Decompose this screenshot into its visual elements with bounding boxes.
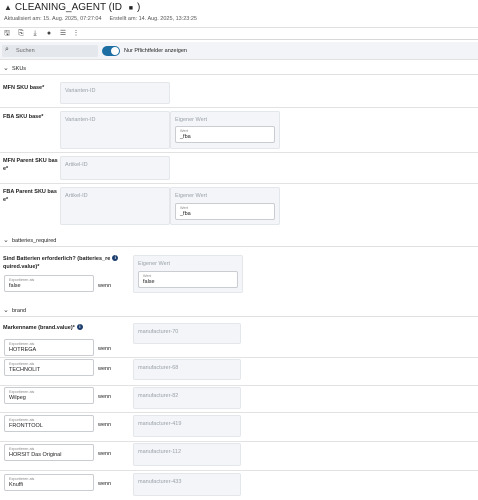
mfn-sku-label: MFN SKU base* [3, 85, 45, 91]
section-batteries-required[interactable]: ⌄ batteries_required [0, 235, 478, 247]
info-icon[interactable]: i [76, 324, 83, 330]
brand-export-input[interactable]: Exportieren als Knuffi [4, 474, 94, 491]
fba-own-value-panel: Eigener Wert Wert _fba [170, 111, 280, 149]
divider [0, 470, 478, 471]
brand-export-input[interactable]: Exportieren als FRONTTOOL [4, 415, 94, 432]
condition-wenn: wenn [98, 422, 112, 428]
filter-icon[interactable]: ☰ [58, 29, 68, 39]
brand-condition-field[interactable]: manufacturer-419 [133, 415, 241, 437]
brand-condition-field[interactable]: manufacturer-433 [133, 473, 241, 496]
brand-condition-field[interactable]: manufacturer-68 [133, 359, 241, 380]
filter-bar: ⌕ Suchen Nur Pflichtfelder anzeigen [0, 42, 478, 60]
toggle-label: Nur Pflichtfelder anzeigen [124, 47, 187, 54]
required-only-toggle[interactable] [102, 46, 120, 56]
divider [0, 385, 478, 386]
created-at: Erstellt am: 14. Aug. 2025, 13:23:25 [109, 16, 197, 22]
brand-export-input[interactable]: Exportieren als HORSIT Das Original [4, 444, 94, 461]
divider [0, 107, 478, 108]
batteries-own-value-panel: Eigener Wert Wert false [133, 255, 243, 293]
id-badge-icon: ■ [128, 5, 133, 12]
condition-wenn: wenn [98, 283, 112, 289]
condition-wenn: wenn [98, 366, 112, 372]
download-icon[interactable]: ⤓ [30, 29, 40, 39]
warning-icon: ▲ [4, 3, 12, 12]
section-brand[interactable]: ⌄ brand [0, 305, 478, 317]
brand-export-input[interactable]: Exportieren als TECHNOLIT [4, 359, 94, 376]
condition-wenn: wenn [98, 451, 112, 457]
chevron-down-icon: ⌄ [3, 237, 9, 244]
divider [0, 152, 478, 153]
page-title: ▲ CLEANING_AGENT (ID ■) [4, 2, 141, 13]
mfn-parent-sku-label: MFN Parent SKU bas e* [3, 158, 58, 172]
condition-wenn: wenn [98, 346, 112, 352]
copy-icon[interactable]: ⎘ [16, 29, 26, 39]
fba-parent-sku-label: FBA Parent SKU bas e* [3, 189, 57, 203]
fba-parent-sku-field[interactable]: Artikel-ID [60, 187, 170, 225]
save-icon[interactable]: 🖫 [2, 29, 12, 39]
more-icon[interactable]: ⋮ [71, 29, 81, 39]
mfn-parent-sku-field[interactable]: Artikel-ID [60, 156, 170, 180]
updated-at: Aktualisiert am: 15. Aug. 2025, 07:27:04 [4, 16, 102, 22]
batteries-label: Sind Batterien erforderlich? (batteries_… [3, 255, 119, 271]
condition-wenn: wenn [98, 394, 112, 400]
brand-condition-field[interactable]: manufacturer-70 [133, 323, 241, 344]
batteries-own-value-input[interactable]: Wert false [138, 271, 238, 288]
fba-parent-own-value-input[interactable]: Wert _fba [175, 203, 275, 220]
condition-wenn: wenn [98, 481, 112, 487]
fba-own-value-input[interactable]: Wert _fba [175, 126, 275, 143]
search-input[interactable]: ⌕ Suchen [2, 45, 98, 57]
fba-sku-field[interactable]: Varianten-ID [60, 111, 170, 149]
chevron-down-icon: ⌄ [3, 307, 9, 314]
toolbar: 🖫 ⎘ ⤓ ● ☰ ⋮ [0, 27, 478, 40]
brand-export-input[interactable]: Exportieren als HOTREGA [4, 339, 94, 356]
status-icon[interactable]: ● [44, 29, 54, 39]
divider [0, 183, 478, 184]
timestamps: Aktualisiert am: 15. Aug. 2025, 07:27:04… [4, 16, 197, 22]
brand-export-input[interactable]: Exportieren als Wilpeg [4, 387, 94, 404]
brand-condition-field[interactable]: manufacturer-112 [133, 443, 241, 466]
info-icon[interactable]: i [112, 255, 119, 261]
search-icon: ⌕ [5, 46, 9, 53]
page-header: ▲ CLEANING_AGENT (ID ■) Aktualisiert am: … [0, 0, 478, 27]
divider [0, 357, 478, 358]
brand-label: Markenname (brand.value)* i [3, 324, 83, 332]
section-skus[interactable]: ⌄ SKUs [0, 63, 478, 75]
brand-condition-field[interactable]: manufacturer-82 [133, 387, 241, 409]
divider [0, 412, 478, 413]
fba-sku-label: FBA SKU base* [3, 114, 44, 120]
batteries-export-input[interactable]: Exportieren als false [4, 275, 94, 292]
fba-parent-own-value-panel: Eigener Wert Wert _fba [170, 187, 280, 225]
divider [0, 441, 478, 442]
mfn-sku-field[interactable]: Varianten-ID [60, 82, 170, 104]
chevron-down-icon: ⌄ [3, 65, 9, 72]
